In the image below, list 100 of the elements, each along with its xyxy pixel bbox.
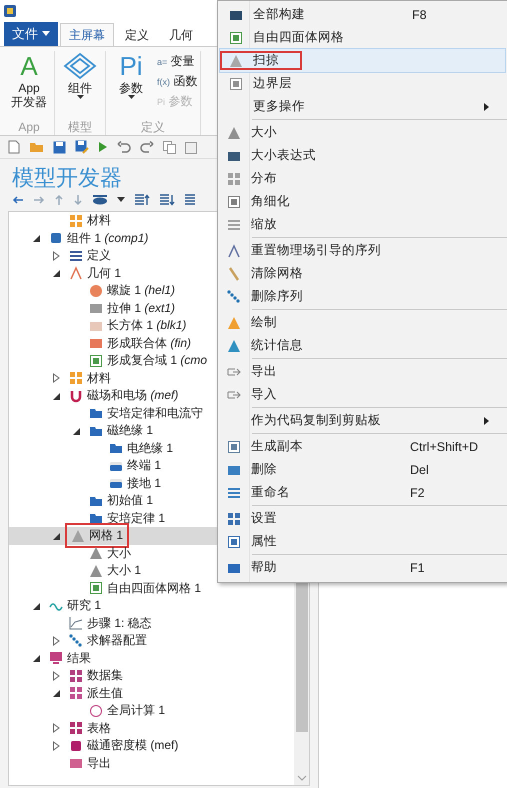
menu-item-label: 生成副本 [250, 438, 303, 455]
dotted-line-icon [227, 290, 241, 304]
copy-icon[interactable] [163, 140, 176, 154]
undo-icon[interactable] [117, 140, 131, 154]
grid-icon [227, 172, 241, 186]
redo-icon[interactable] [140, 140, 154, 154]
folder-icon [89, 511, 103, 526]
grid-icon [69, 668, 83, 683]
menu-item[interactable]: 更多操作 [220, 95, 505, 118]
menu-item-label: 导入 [250, 386, 277, 403]
tree-toggle-icon[interactable] [51, 530, 61, 541]
tree-row[interactable]: 派生值 [9, 684, 294, 702]
cube-icon [49, 231, 63, 246]
menu-item[interactable]: 边界层 [220, 72, 505, 95]
tree-toggle-icon[interactable] [31, 653, 41, 664]
menu-item[interactable]: 导出 [218, 360, 505, 383]
menu-item[interactable]: 作为代码复制到剪贴板 [218, 409, 505, 432]
tree-toggle-icon[interactable] [51, 636, 61, 646]
ribbon-tab[interactable]: 主屏幕 [60, 23, 114, 46]
shortcut-text: F2 [410, 486, 425, 500]
square-icon [89, 336, 103, 350]
tree-row[interactable]: 表格 [9, 720, 294, 737]
tree-toggle-icon[interactable] [51, 670, 61, 681]
folder-icon [89, 406, 103, 420]
file-menu-button[interactable]: 文件 [4, 22, 58, 46]
menu-item[interactable]: 自由四面体网格 [220, 26, 505, 49]
menu-item[interactable]: 分布 [218, 167, 505, 190]
menu-item-label: 导出 [250, 363, 277, 380]
tree-item-label: 磁场和电场 (mef) [87, 387, 178, 404]
menu-item[interactable]: 大小表达式 [218, 144, 505, 167]
tree-item-label: 求解器配置 [87, 632, 147, 650]
tree-toggle-icon[interactable] [71, 426, 81, 436]
menu-item[interactable]: 绘制 [218, 311, 505, 334]
menu-item[interactable]: 设置 [218, 507, 505, 530]
save-icon[interactable] [53, 140, 66, 154]
tree-row[interactable]: 数据集 [9, 667, 294, 684]
menu-item-label: 大小表达式 [250, 147, 316, 164]
ribbon-small-button[interactable]: a= 变量 [157, 53, 198, 70]
tree-toggle-icon[interactable] [51, 250, 61, 261]
square-icon [89, 301, 103, 316]
run-icon[interactable] [98, 141, 108, 153]
paste-icon[interactable] [185, 140, 197, 154]
menu-item-label: 角细化 [250, 193, 290, 210]
tree-toggle-icon[interactable] [31, 233, 41, 244]
triangle-icon [71, 528, 85, 543]
tree-item-label: 大小 1 [107, 562, 142, 580]
tree-toggle-icon[interactable] [51, 390, 61, 401]
menu-item[interactable]: 帮助 F1 [218, 556, 505, 579]
menu-item-label: 分布 [250, 170, 277, 187]
caret-icon[interactable] [117, 197, 125, 203]
ribbon-tab[interactable]: 定义 [116, 23, 158, 46]
tree-toggle-icon[interactable] [51, 268, 61, 278]
ribbon-button[interactable]: A App 开发器 [7, 51, 51, 119]
tree-item-label: 定义 [87, 247, 111, 264]
menu-item-label: 扫掠 [252, 52, 279, 69]
shortcut-text: F1 [410, 560, 425, 574]
tree-row[interactable]: 全局计算 1 [9, 702, 294, 720]
menu-item[interactable]: 大小 [218, 121, 505, 144]
ribbon-button[interactable]: 组件 [58, 51, 102, 119]
triangle-icon [227, 126, 241, 140]
menu-item[interactable]: 重置物理场引导的序列 [218, 239, 505, 262]
list-icon [69, 248, 83, 263]
tree-toggle-icon[interactable] [51, 373, 61, 384]
menu-item-label: 更多操作 [252, 98, 305, 115]
menu-item-label: 大小 [250, 124, 277, 141]
menu-item[interactable]: 统计信息 [218, 334, 505, 357]
menu-item[interactable]: 缩放 [218, 213, 505, 236]
back-arrow-icon[interactable] [12, 195, 24, 205]
list-icon[interactable] [184, 194, 196, 206]
tree-row[interactable]: 自由四面体网格 1 [9, 580, 294, 597]
menu-item[interactable]: 删除 Del [218, 458, 505, 481]
tree-row[interactable]: 导出 [9, 754, 294, 772]
tree-toggle-icon[interactable] [51, 723, 61, 734]
ribbon-small-button[interactable]: f(x) 函数 [157, 73, 198, 90]
expand-all-icon[interactable] [134, 194, 150, 206]
tree-row[interactable]: 步骤 1: 稳态 [9, 614, 294, 632]
menu-item[interactable]: 删除序列 [218, 285, 505, 308]
menu-item[interactable]: 角细化 [218, 190, 505, 213]
eye-icon[interactable] [92, 195, 108, 205]
menu-item[interactable]: 重命名 F2 [218, 481, 505, 504]
tree-toggle-icon[interactable] [31, 600, 41, 611]
menu-item[interactable]: 生成副本 Ctrl+Shift+D [218, 435, 505, 458]
ribbon-button[interactable]: Pi 参数 [109, 51, 153, 119]
menu-item[interactable]: 导入 [218, 383, 505, 406]
tree-row[interactable]: 磁通密度模 (mef) [9, 737, 294, 754]
menu-item[interactable]: 全部构建 F8 [220, 3, 505, 26]
grid-icon [69, 371, 83, 386]
tree-row[interactable]: 研究 1 [9, 597, 294, 614]
new-file-icon[interactable] [8, 140, 20, 154]
save-as-icon[interactable] [75, 140, 89, 154]
ribbon-tab[interactable]: 几何 [160, 23, 202, 46]
menu-item[interactable]: 扫掠 [220, 49, 505, 72]
button-glyph: Pi [119, 51, 143, 81]
menu-item[interactable]: 清除网格 [218, 262, 505, 285]
tree-toggle-icon[interactable] [51, 688, 61, 698]
tree-row[interactable]: 求解器配置 [9, 632, 294, 650]
collapse-all-icon[interactable] [159, 194, 175, 206]
tree-row[interactable]: 结果 [9, 650, 294, 667]
tree-toggle-icon[interactable] [51, 740, 61, 751]
framed-square-icon [227, 534, 241, 548]
